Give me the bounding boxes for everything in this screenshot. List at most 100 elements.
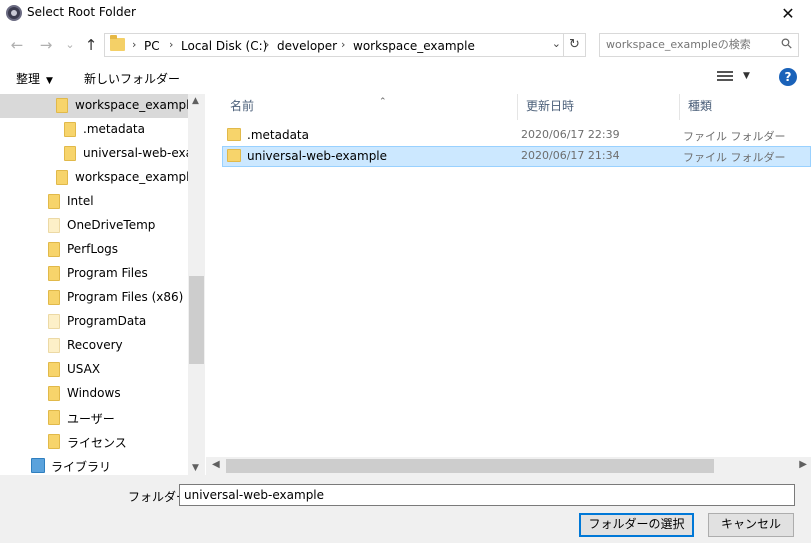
eclipse-app-icon <box>6 5 22 21</box>
cancel-button[interactable]: キャンセル <box>708 513 794 537</box>
tree-item-license[interactable]: ライセンス <box>0 430 188 454</box>
recent-locations-icon[interactable]: ⌄ <box>61 35 79 55</box>
tree-item-usax[interactable]: USAX <box>0 358 188 382</box>
folder-icon <box>64 146 76 161</box>
folder-icon <box>48 410 60 425</box>
tree-item-workspace-example-2[interactable]: workspace_example_ <box>0 166 203 190</box>
sort-ascending-icon: ⌃ <box>379 97 387 107</box>
folder-icon <box>48 362 60 377</box>
refresh-icon[interactable]: ↻ <box>563 34 585 56</box>
file-date: 2020/06/17 22:39 <box>521 128 620 141</box>
search-box[interactable]: ⚲ <box>599 33 799 57</box>
file-row-universal-web-example[interactable]: universal-web-example 2020/06/17 21:34 フ… <box>222 146 811 167</box>
tree-item-label: universal-web-exam <box>83 146 205 160</box>
folder-icon <box>56 170 68 185</box>
tree-item-label: Intel <box>67 194 94 208</box>
navigation-bar: ← → ⌄ ↑ › PC › Local Disk (C:) › develop… <box>0 31 811 59</box>
file-date: 2020/06/17 21:34 <box>521 149 620 162</box>
close-button[interactable]: ✕ <box>765 0 811 27</box>
breadcrumb-separator[interactable]: › <box>132 38 136 51</box>
organize-label: 整理 <box>16 72 41 86</box>
tree-item-onedrivetemp[interactable]: OneDriveTemp <box>0 214 188 238</box>
search-icon[interactable]: ⚲ <box>778 35 797 54</box>
breadcrumb-separator[interactable]: › <box>341 38 345 51</box>
column-header-label: 更新日時 <box>526 99 575 113</box>
breadcrumb-pc[interactable]: PC <box>144 39 160 53</box>
scroll-right-icon[interactable]: ▶ <box>799 459 807 470</box>
folder-icon <box>227 149 241 162</box>
tree-item-label: USAX <box>67 362 101 376</box>
folder-icon <box>48 386 60 401</box>
breadcrumb-local-disk[interactable]: Local Disk (C:) <box>181 39 267 53</box>
file-horizontal-scrollbar[interactable]: ◀ ▶ <box>206 457 811 475</box>
breadcrumb-separator[interactable]: › <box>265 38 269 51</box>
tree-item-label: workspace_example_ <box>75 170 203 184</box>
address-bar[interactable]: › PC › Local Disk (C:) › developer › wor… <box>104 33 586 57</box>
folder-icon <box>48 266 60 281</box>
tree-item-library[interactable]: ライブラリ <box>0 454 188 475</box>
dialog-footer: フォルダー: フォルダーの選択 キャンセル <box>0 475 811 543</box>
help-icon[interactable]: ? <box>779 68 797 86</box>
tree-item-label: workspace_example <box>75 98 197 112</box>
column-header-date[interactable]: 更新日時 <box>518 94 680 120</box>
file-type: ファイル フォルダー <box>683 151 786 164</box>
column-header-label: 種類 <box>688 99 713 113</box>
scroll-up-icon[interactable]: ▲ <box>192 96 199 106</box>
file-name: universal-web-example <box>247 149 388 163</box>
tree-item-programdata[interactable]: ProgramData <box>0 310 188 334</box>
folder-icon <box>64 122 76 137</box>
tree-item-label: ユーザー <box>67 412 115 426</box>
folder-name-input[interactable] <box>179 484 795 506</box>
chevron-down-icon: ▼ <box>46 76 53 86</box>
organize-button[interactable]: 整理 ▼ <box>16 70 53 87</box>
tree-item-label: OneDriveTemp <box>67 218 156 232</box>
column-header-name[interactable]: 名前 ⌃ <box>222 94 518 120</box>
tree-vertical-scrollbar[interactable]: ▲ ▼ <box>188 94 205 475</box>
column-header-type[interactable]: 種類 <box>680 94 811 120</box>
scroll-down-icon[interactable]: ▼ <box>192 463 199 473</box>
column-header-label: 名前 <box>230 99 255 113</box>
scrollbar-thumb[interactable] <box>226 459 714 473</box>
scroll-left-icon[interactable]: ◀ <box>212 459 220 470</box>
tree-item-users[interactable]: ユーザー <box>0 406 188 430</box>
tree-item-label: ライブラリ <box>51 460 112 474</box>
tree-item-label: ライセンス <box>67 436 127 450</box>
select-folder-button[interactable]: フォルダーの選択 <box>579 513 694 537</box>
file-list-pane[interactable]: 名前 ⌃ 更新日時 種類 .metadata 2020/06/17 22:39 … <box>206 94 811 475</box>
breadcrumb-workspace[interactable]: workspace_example <box>353 39 475 53</box>
address-dropdown-icon[interactable]: ⌄ <box>552 37 561 50</box>
breadcrumb-developer[interactable]: developer <box>277 39 337 53</box>
tree-item-label: Program Files <box>67 266 148 280</box>
tree-item-universal-web-example[interactable]: universal-web-exam <box>0 142 205 166</box>
folder-icon <box>48 242 60 257</box>
view-options-icon[interactable] <box>717 71 733 83</box>
folder-icon <box>56 98 68 113</box>
tree-item-recovery[interactable]: Recovery <box>0 334 188 358</box>
breadcrumb-separator[interactable]: › <box>169 38 173 51</box>
search-input[interactable] <box>606 38 766 51</box>
navigation-pane[interactable]: workspace_example .metadata universal-we… <box>0 94 205 475</box>
new-folder-button[interactable]: 新しいフォルダー <box>84 70 180 87</box>
tree-item-program-files[interactable]: Program Files <box>0 262 188 286</box>
tree-item-label: .metadata <box>83 122 145 136</box>
tree-item-workspace-example[interactable]: workspace_example <box>0 94 197 118</box>
scrollbar-thumb[interactable] <box>189 276 204 364</box>
forward-icon[interactable]: → <box>37 35 55 55</box>
tree-item-program-files-x86[interactable]: Program Files (x86) <box>0 286 188 310</box>
folder-icon <box>227 128 241 141</box>
folder-icon <box>48 194 60 209</box>
tree-item-metadata[interactable]: .metadata <box>0 118 188 142</box>
library-icon <box>31 458 45 473</box>
tree-item-intel[interactable]: Intel <box>0 190 188 214</box>
tree-item-label: PerfLogs <box>67 242 119 256</box>
folder-icon <box>48 218 60 233</box>
tree-item-windows[interactable]: Windows <box>0 382 188 406</box>
chevron-down-icon[interactable]: ▼ <box>743 71 750 81</box>
folder-icon <box>48 434 60 449</box>
tree-item-label: Recovery <box>67 338 123 352</box>
up-folder-icon[interactable]: ↑ <box>82 35 100 55</box>
tree-item-perflogs[interactable]: PerfLogs <box>0 238 188 262</box>
back-icon[interactable]: ← <box>8 35 26 55</box>
file-row-metadata[interactable]: .metadata 2020/06/17 22:39 ファイル フォルダー <box>222 125 811 146</box>
folder-icon <box>48 314 60 329</box>
